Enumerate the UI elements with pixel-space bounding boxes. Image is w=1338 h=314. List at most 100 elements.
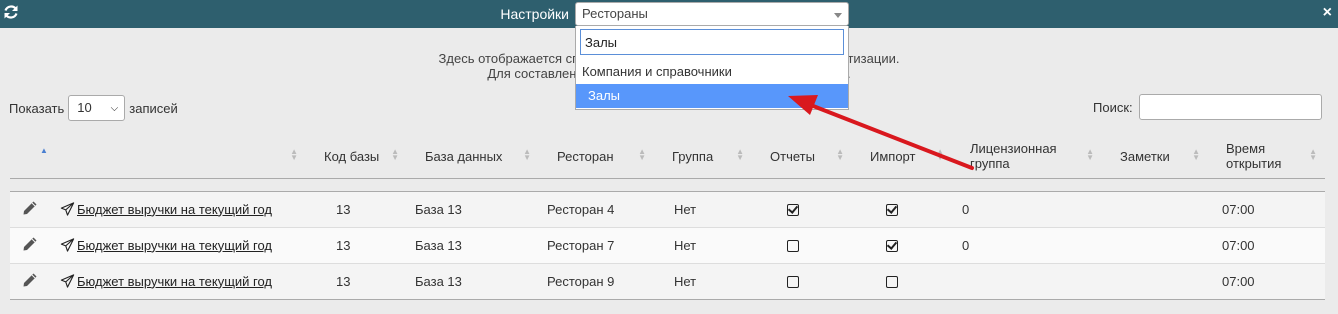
column-header-report[interactable]: ▲ ▼ — [54, 135, 306, 179]
column-header-open-time[interactable]: Время открытия ▲ ▼ — [1208, 135, 1325, 179]
table-row: Бюджет выручки на текущий год 13 База 13… — [10, 263, 1325, 300]
column-header-reports[interactable]: Отчеты ▲ ▼ — [752, 135, 852, 179]
dropdown-search-input[interactable] — [580, 29, 844, 55]
settings-table: ▲ ▲ ▼ Код базы ▲ ▼ База данных ▲ ▼ Ресторан ▲ ▼… — [10, 135, 1325, 300]
sort-icon: ▲ ▼ — [836, 147, 844, 162]
table-header-row: ▲ ▲ ▼ Код базы ▲ ▼ База данных ▲ ▼ Ресторан ▲ ▼… — [10, 135, 1325, 179]
database-cell: База 13 — [407, 227, 539, 264]
header-label: Отчеты — [770, 148, 815, 164]
sort-icon: ▲ ▼ — [736, 147, 744, 162]
table-search: Поиск: — [1093, 94, 1322, 120]
settings-select[interactable]: Рестораны — [575, 2, 849, 26]
notes-cell — [1102, 263, 1208, 300]
sort-icon: ▲ ▼ — [1309, 147, 1317, 162]
chevron-down-icon: ⌵ — [110, 103, 119, 114]
restaurant-cell: Ресторан 4 — [539, 191, 654, 228]
sort-icon: ▲ ▼ — [523, 147, 531, 162]
entries-select[interactable]: 10 ⌵ — [68, 95, 126, 121]
header-label: База данных — [425, 148, 503, 164]
reports-checkbox[interactable] — [787, 276, 799, 289]
entries-length-control: Показать 10 ⌵ записей — [9, 95, 178, 121]
table-row: Бюджет выручки на текущий год 13 База 13… — [10, 191, 1325, 228]
column-header-actions[interactable]: ▲ — [10, 135, 54, 179]
column-header-code[interactable]: Код базы ▲ ▼ — [306, 135, 407, 179]
open-time-cell: 07:00 — [1208, 263, 1325, 300]
license-cell: 0 — [952, 191, 1102, 228]
import-checkbox[interactable] — [886, 204, 898, 217]
row-report-cell: Бюджет выручки на текущий год — [54, 227, 306, 264]
license-cell — [952, 263, 1102, 300]
reports-cell — [752, 263, 852, 300]
column-header-import[interactable]: Импорт ▲ ▼ — [852, 135, 952, 179]
header-label: Код базы — [324, 148, 380, 164]
header-label: Лицензионная группа — [970, 141, 1057, 172]
header-label: Заметки — [1120, 148, 1170, 164]
code-cell: 13 — [306, 263, 407, 300]
settings-select-value: Рестораны — [582, 6, 648, 21]
reports-checkbox[interactable] — [787, 204, 799, 217]
header-label: Ресторан — [557, 148, 614, 164]
group-cell: Нет — [654, 227, 752, 264]
column-header-restaurant[interactable]: Ресторан ▲ ▼ — [539, 135, 654, 179]
entries-prefix: Показать — [9, 100, 65, 116]
paper-plane-icon — [60, 201, 75, 216]
sort-icon: ▲ ▼ — [638, 147, 646, 162]
chevron-down-icon — [834, 13, 842, 18]
reports-cell — [752, 191, 852, 228]
header-spacer — [10, 178, 1325, 192]
pencil-icon[interactable] — [22, 236, 38, 252]
pencil-icon[interactable] — [22, 200, 38, 216]
code-cell: 13 — [306, 191, 407, 228]
restaurant-cell: Ресторан 7 — [539, 227, 654, 264]
open-time-cell: 07:00 — [1208, 191, 1325, 228]
report-link[interactable]: Бюджет выручки на текущий год — [77, 238, 272, 253]
report-link[interactable]: Бюджет выручки на текущий год — [77, 202, 272, 217]
search-label: Поиск: — [1093, 99, 1133, 115]
restaurant-cell: Ресторан 9 — [539, 263, 654, 300]
close-icon[interactable]: × — [1323, 3, 1332, 23]
notes-cell — [1102, 227, 1208, 264]
notes-cell — [1102, 191, 1208, 228]
sort-icon: ▲ ▼ — [290, 147, 298, 162]
dropdown-option-company[interactable]: Компания и справочники — [576, 60, 848, 84]
row-report-cell: Бюджет выручки на текущий год — [54, 263, 306, 300]
import-checkbox[interactable] — [886, 276, 898, 289]
column-header-database[interactable]: База данных ▲ ▼ — [407, 135, 539, 179]
sort-icon: ▲ ▼ — [391, 147, 399, 162]
report-link[interactable]: Бюджет выручки на текущий год — [77, 274, 272, 289]
import-checkbox[interactable] — [886, 240, 898, 253]
sort-icon: ▲ ▼ — [1192, 147, 1200, 162]
database-cell: База 13 — [407, 263, 539, 300]
reports-cell — [752, 227, 852, 264]
select-dropdown: Компания и справочники Залы — [575, 26, 849, 110]
window-title: Настройки — [500, 6, 569, 22]
row-report-cell: Бюджет выручки на текущий год — [54, 191, 306, 228]
open-time-cell: 07:00 — [1208, 227, 1325, 264]
row-edit-cell — [10, 191, 54, 228]
import-cell — [852, 263, 952, 300]
paper-plane-icon — [60, 237, 75, 252]
header-label: Импорт — [870, 148, 916, 164]
import-cell — [852, 191, 952, 228]
import-cell — [852, 227, 952, 264]
row-edit-cell — [10, 263, 54, 300]
paper-plane-icon — [60, 273, 75, 288]
entries-suffix: записей — [129, 100, 178, 116]
sort-icon: ▲ ▼ — [1086, 147, 1094, 162]
license-cell: 0 — [952, 227, 1102, 264]
column-header-license-group[interactable]: Лицензионная группа ▲ ▼ — [952, 135, 1102, 179]
entries-select-value: 10 — [77, 100, 92, 115]
column-header-group[interactable]: Группа ▲ ▼ — [654, 135, 752, 179]
table-row: Бюджет выручки на текущий год 13 База 13… — [10, 227, 1325, 264]
reports-checkbox[interactable] — [787, 240, 799, 253]
database-cell: База 13 — [407, 191, 539, 228]
row-edit-cell — [10, 227, 54, 264]
search-input[interactable] — [1138, 94, 1322, 120]
dropdown-option-halls[interactable]: Залы — [576, 84, 848, 108]
header-label: Время открытия — [1226, 141, 1282, 172]
sort-asc-icon: ▲ — [40, 146, 48, 155]
sort-icon: ▲ ▼ — [936, 147, 944, 162]
pencil-icon[interactable] — [22, 272, 38, 288]
column-header-notes[interactable]: Заметки ▲ ▼ — [1102, 135, 1208, 179]
group-cell: Нет — [654, 191, 752, 228]
